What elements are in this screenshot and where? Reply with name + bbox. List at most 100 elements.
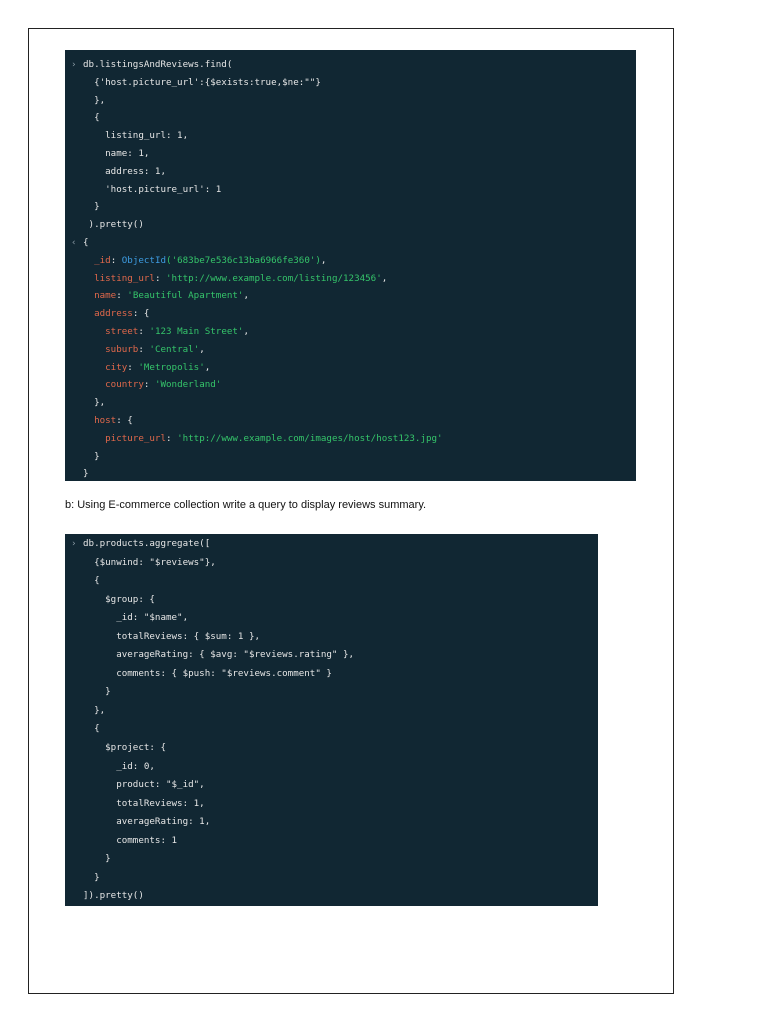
code-token: }, xyxy=(94,704,106,716)
code-line: } xyxy=(65,869,598,888)
code-line: _id: 0, xyxy=(65,758,598,777)
code-line: › db.listingsAndReviews.find( xyxy=(65,56,636,74)
code-token: averageRating: 1, xyxy=(116,816,211,828)
code-token: $group: { xyxy=(105,593,155,605)
code-line: averageRating: 1, xyxy=(65,813,598,832)
code-token: picture_url xyxy=(105,432,166,444)
code-token: 'http://www.example.com/listing/123456' xyxy=(166,272,382,284)
code-line: } xyxy=(65,448,636,466)
code-line: _id: "$name", xyxy=(65,609,598,628)
code-line: { xyxy=(65,572,598,591)
code-line: {'host.picture_url':{$exists:true,$ne:""… xyxy=(65,74,636,92)
code-line: averageRating: { $avg: "$reviews.rating"… xyxy=(65,646,598,665)
code-line: country: 'Wonderland' xyxy=(65,376,636,394)
code-line: }, xyxy=(65,92,636,110)
code-token: {$unwind: "$reviews"}, xyxy=(94,556,216,568)
code-token: } xyxy=(94,871,100,883)
code-token: ObjectId xyxy=(121,254,167,266)
caption-text: b: Using E-commerce collection write a q… xyxy=(65,499,427,511)
code-token: : xyxy=(116,290,128,302)
code-token: _id xyxy=(94,254,111,266)
code-line: _id: ObjectId('683be7e536c13ba6966fe360'… xyxy=(65,252,636,270)
code-line: address: 1, xyxy=(65,163,636,181)
code-line: picture_url: 'http://www.example.com/ima… xyxy=(65,430,636,448)
code-token: name xyxy=(94,290,117,302)
code-token: ]).pretty() xyxy=(83,890,144,902)
output-marker-icon: ‹ xyxy=(71,236,77,248)
code-token: 'Central' xyxy=(149,343,200,355)
code-line: 'host.picture_url': 1 xyxy=(65,181,636,199)
input-prompt-icon: › xyxy=(71,538,77,549)
code-token: 'http://www.example.com/images/host/host… xyxy=(177,432,443,444)
code-token: : { xyxy=(116,414,133,426)
code-token: comments: { $push: "$reviews.comment" } xyxy=(116,667,332,679)
code-token: , xyxy=(320,254,327,266)
code-line: listing_url: 'http://www.example.com/lis… xyxy=(65,270,636,288)
code-block-find-query: › db.listingsAndReviews.find( {'host.pict… xyxy=(65,50,636,481)
code-token: country xyxy=(105,379,144,391)
code-token: , xyxy=(243,290,250,302)
code-token: listing_url xyxy=(94,272,155,284)
code-token: }, xyxy=(94,94,106,106)
code-token: : xyxy=(154,272,167,284)
code-token: totalReviews: { $sum: 1 }, xyxy=(116,630,261,642)
code-token: : xyxy=(138,343,150,355)
code-token: '123 Main Street' xyxy=(149,325,244,337)
code-line: { xyxy=(65,720,598,739)
code-line: address: { xyxy=(65,305,636,323)
code-token: : xyxy=(138,325,150,337)
code-line: name: 1, xyxy=(65,145,636,163)
code-token: 'host.picture_url': 1 xyxy=(105,183,222,195)
code-line: {$unwind: "$reviews"}, xyxy=(65,554,598,573)
code-token: _id: 0, xyxy=(116,760,155,772)
code-line: { xyxy=(65,109,636,127)
code-token: city xyxy=(105,361,128,373)
code-line: totalReviews: { $sum: 1 }, xyxy=(65,628,598,647)
input-prompt-icon: › xyxy=(71,59,77,70)
code-token: street xyxy=(105,325,139,337)
code-token: : { xyxy=(132,308,150,320)
code-token: 'Beautiful Apartment' xyxy=(127,290,244,302)
code-line: } xyxy=(65,683,598,702)
code-line: ]).pretty() xyxy=(65,887,598,906)
code-token: address: 1, xyxy=(105,165,166,177)
code-line: } xyxy=(65,465,636,483)
code-token: address xyxy=(94,308,133,320)
code-token: 'Metropolis' xyxy=(138,361,205,373)
code-token: { xyxy=(83,236,89,248)
code-line: host: { xyxy=(65,412,636,430)
code-token: , xyxy=(243,325,250,337)
code-line: }, xyxy=(65,702,598,721)
code-line: product: "$_id", xyxy=(65,776,598,795)
code-line: city: 'Metropolis', xyxy=(65,359,636,377)
code-token: listing_url: 1, xyxy=(105,130,189,142)
code-token: } xyxy=(105,686,111,698)
code-token: _id: "$name", xyxy=(116,612,189,624)
code-token: : xyxy=(110,254,122,266)
code-token: { xyxy=(94,112,100,124)
code-token: } xyxy=(94,201,100,213)
code-line: suburb: 'Central', xyxy=(65,341,636,359)
code-token: comments: 1 xyxy=(116,834,178,846)
code-token: db.listingsAndReviews.find( xyxy=(83,59,233,70)
code-token: host xyxy=(94,414,117,426)
code-line: street: '123 Main Street', xyxy=(65,323,636,341)
code-token: : xyxy=(143,379,155,391)
code-block-aggregate-query: › db.products.aggregate([ {$unwind: "$rev… xyxy=(65,534,598,906)
code-line: $project: { xyxy=(65,739,598,758)
code-token: }, xyxy=(94,397,106,409)
code-token: db.products.aggregate([ xyxy=(83,538,211,549)
code-token: $project: { xyxy=(105,742,166,754)
code-token: } xyxy=(94,450,100,462)
code-token: product: "$_id", xyxy=(116,779,205,791)
code-token: { xyxy=(94,575,100,587)
code-token: : xyxy=(127,361,139,373)
code-line: comments: 1 xyxy=(65,832,598,851)
code-line: listing_url: 1, xyxy=(65,127,636,145)
code-token: { xyxy=(94,723,100,735)
code-token: {'host.picture_url':{$exists:true,$ne:""… xyxy=(94,76,321,88)
code-token: , xyxy=(199,343,205,355)
code-line: totalReviews: 1, xyxy=(65,795,598,814)
code-line: ).pretty() xyxy=(65,216,636,234)
code-line: name: 'Beautiful Apartment', xyxy=(65,287,636,305)
